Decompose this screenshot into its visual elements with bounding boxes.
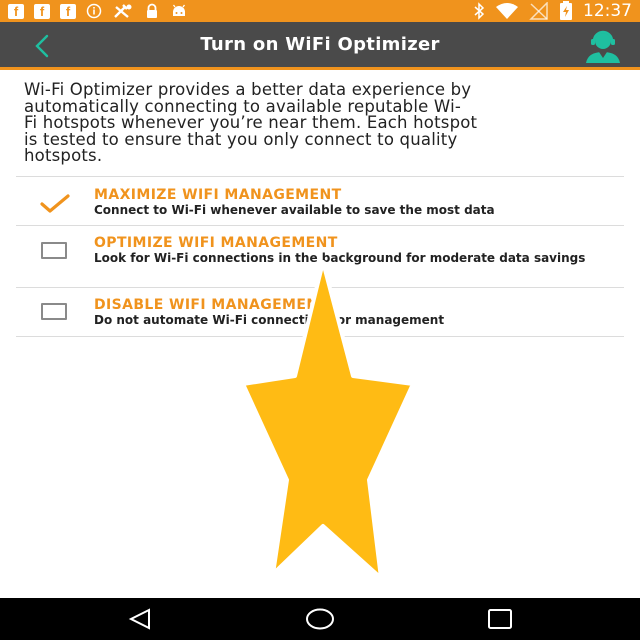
option-optimize-wifi[interactable]: OPTIMIZE WIFI MANAGEMENT Look for Wi-Fi … bbox=[16, 226, 624, 288]
home-circle-icon[interactable] bbox=[305, 607, 335, 631]
lock-icon bbox=[147, 3, 157, 18]
bluetooth-icon bbox=[474, 2, 485, 20]
app-bar: Turn on WiFi Optimizer bbox=[0, 22, 640, 70]
facebook-icon: f bbox=[34, 3, 50, 19]
status-time: 12:37 bbox=[583, 1, 632, 21]
page-title: Turn on WiFi Optimizer bbox=[200, 34, 440, 55]
option-title: DISABLE WIFI MANAGEMENT bbox=[94, 297, 329, 313]
no-signal-icon bbox=[529, 2, 548, 20]
support-agent-icon[interactable] bbox=[582, 28, 624, 64]
facebook-icon: f bbox=[8, 3, 24, 19]
main-content: Wi-Fi Optimizer provides a better data e… bbox=[0, 73, 640, 337]
option-title: MAXIMIZE WIFI MANAGEMENT bbox=[94, 187, 342, 203]
option-description: Look for Wi-Fi connections in the backgr… bbox=[94, 251, 586, 265]
intro-text: Wi-Fi Optimizer provides a better data e… bbox=[0, 73, 640, 176]
wifi-management-options: MAXIMIZE WIFI MANAGEMENT Connect to Wi-F… bbox=[16, 176, 624, 337]
option-title: OPTIMIZE WIFI MANAGEMENT bbox=[94, 235, 338, 251]
recents-square-icon[interactable] bbox=[487, 607, 513, 631]
android-icon bbox=[172, 4, 186, 16]
battery-charging-icon bbox=[560, 1, 572, 20]
option-disable-wifi[interactable]: DISABLE WIFI MANAGEMENT Do not automate … bbox=[16, 288, 624, 337]
status-bar: f f f 12:37 bbox=[0, 0, 640, 22]
checkbox[interactable] bbox=[41, 242, 67, 259]
intro-line: hotspots. bbox=[24, 146, 103, 165]
wifi-icon bbox=[496, 3, 518, 19]
intro-line: is tested to ensure that you only connec… bbox=[24, 129, 458, 149]
facebook-icon: f bbox=[60, 3, 76, 19]
checkbox[interactable] bbox=[41, 303, 67, 320]
option-description: Connect to Wi-Fi whenever available to s… bbox=[94, 203, 495, 217]
info-icon bbox=[86, 3, 102, 19]
checkmark-icon bbox=[40, 194, 70, 213]
status-right-icons: 12:37 bbox=[473, 1, 632, 21]
status-left-icons: f f f bbox=[8, 3, 188, 19]
option-maximize-wifi[interactable]: MAXIMIZE WIFI MANAGEMENT Connect to Wi-F… bbox=[16, 177, 624, 226]
tools-icon bbox=[114, 4, 132, 18]
back-triangle-icon[interactable] bbox=[127, 607, 153, 631]
navigation-bar bbox=[0, 598, 640, 640]
option-description: Do not automate Wi-Fi connections or man… bbox=[94, 313, 445, 327]
